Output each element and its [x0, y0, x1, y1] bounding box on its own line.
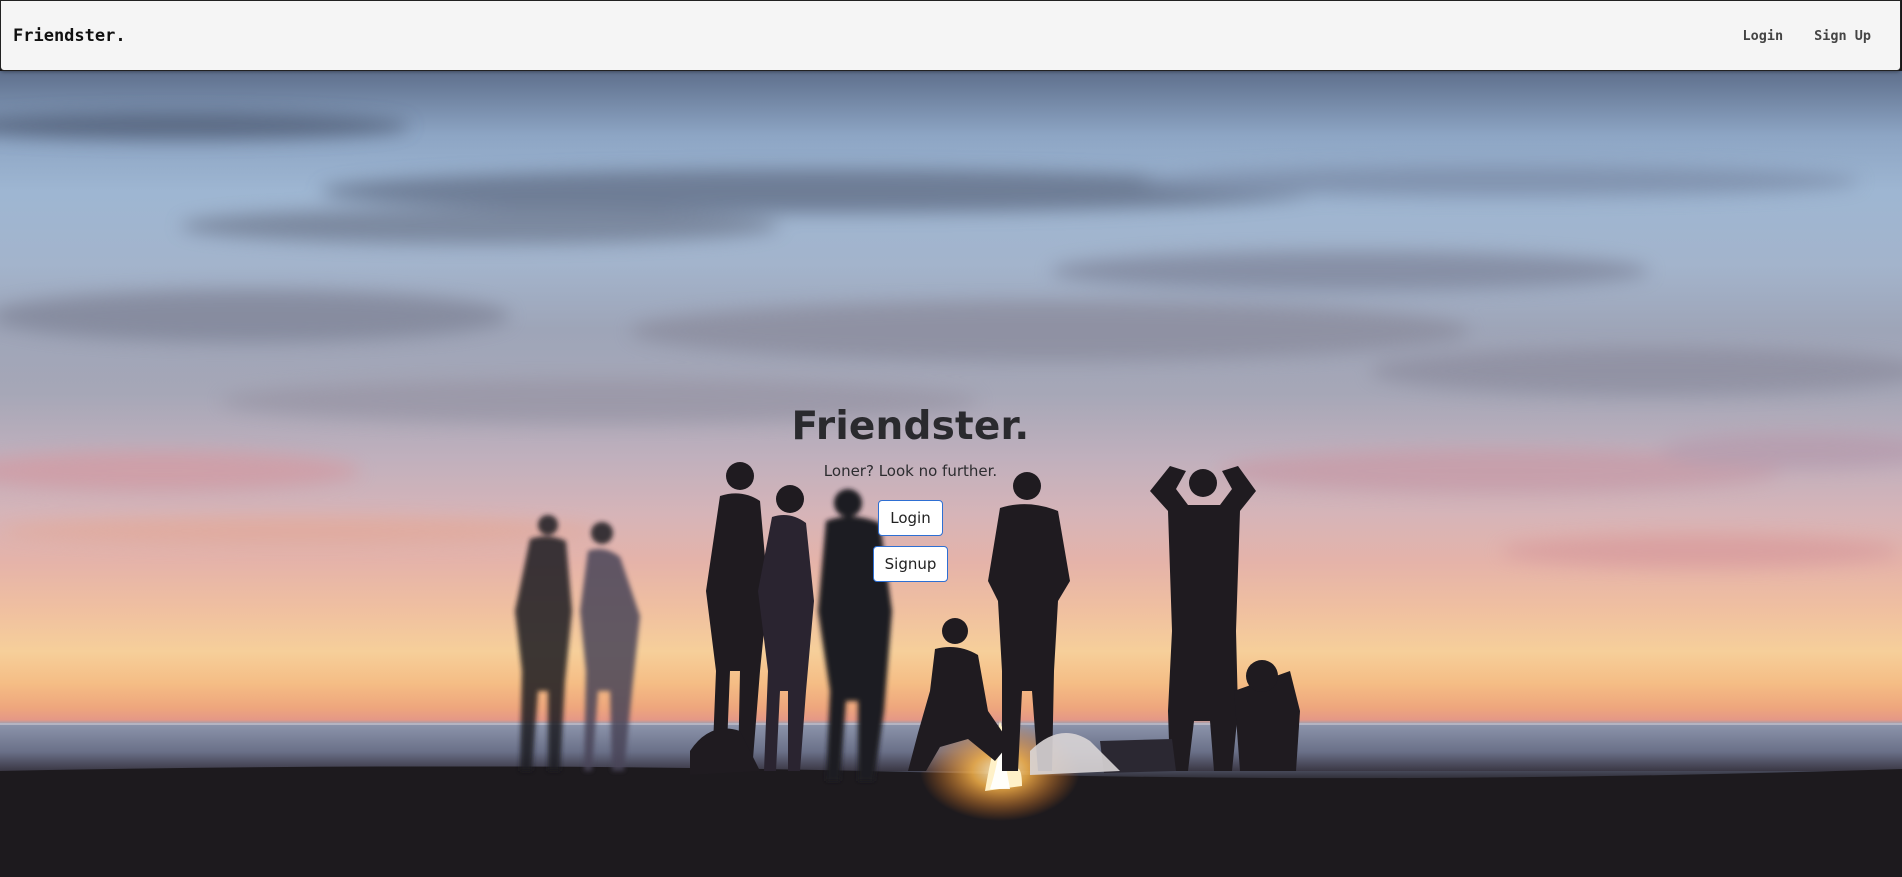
landing-page: Friendster. Login Sign Up Friendster. Lo…: [0, 0, 1902, 877]
hero-login-button[interactable]: Login: [878, 500, 943, 536]
top-navbar: Friendster. Login Sign Up: [0, 0, 1901, 71]
brand-logo-link[interactable]: Friendster.: [13, 26, 126, 46]
nav-links: Login Sign Up: [1742, 28, 1871, 44]
hero-title: Friendster.: [791, 404, 1030, 449]
nav-signup-link[interactable]: Sign Up: [1814, 28, 1871, 44]
hero-subtitle: Loner? Look no further.: [823, 462, 998, 480]
nav-login-link[interactable]: Login: [1742, 28, 1783, 44]
hero-signup-button[interactable]: Signup: [873, 546, 948, 582]
